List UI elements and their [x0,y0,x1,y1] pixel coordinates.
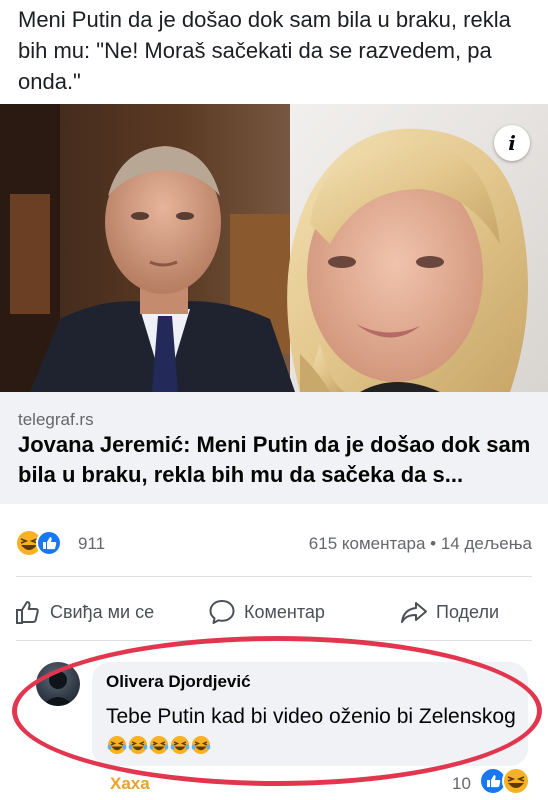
comment-author[interactable]: Olivera Djordjević [106,672,251,692]
haha-icon [502,767,530,795]
divider [16,640,532,641]
post-actions: Свиђа ми се Коментар Подели [0,590,548,634]
like-button[interactable]: Свиђа ми се [14,590,154,634]
comment-reaction-count[interactable]: 10 [452,774,471,794]
info-button[interactable]: i [494,125,530,161]
share-label: Подели [436,601,500,622]
comment-text: Tebe Putin kad bi video oženio bi Zelens… [106,705,516,728]
post-photo [0,104,548,392]
link-headline[interactable]: Jovana Jeremić: Meni Putin da je došao d… [18,430,538,490]
comment-text-block: Tebe Putin kad bi video oženio bi Zelens… [106,702,516,760]
like-icon [36,530,62,556]
laughing-tears-emoji-icon [191,736,211,754]
reaction-count[interactable]: 911 [78,534,105,554]
comment-icon [209,600,235,624]
link-preview[interactable]: telegraf.rs Jovana Jeremić: Meni Putin d… [0,392,548,504]
comment-button[interactable]: Коментар [208,590,325,634]
laughing-tears-emoji-icon [170,736,190,754]
avatar-image [42,671,74,706]
divider [16,576,532,577]
laughing-tears-emoji-icon [128,736,148,754]
laughing-tears-emoji-icon [107,736,127,754]
comment-bubble: Olivera Djordjević Tebe Putin kad bi vid… [92,662,528,766]
reaction-icons[interactable] [16,530,76,556]
haha-reaction-link[interactable]: Хаха [110,774,150,794]
thumbs-up-icon [16,601,39,624]
share-button[interactable]: Подели [400,590,499,634]
laughing-emoji-row [107,735,212,755]
comments-shares-count[interactable]: 615 коментара • 14 дељења [309,534,532,554]
post-image[interactable]: i [0,104,548,392]
comment: Olivera Djordjević Tebe Putin kad bi vid… [0,656,548,800]
share-icon [401,602,427,623]
post-text: Meni Putin da je došao dok sam bila u br… [18,7,511,94]
avatar[interactable] [36,662,80,706]
laughing-tears-emoji-icon [149,736,169,754]
like-label: Свиђа ми се [50,601,155,622]
link-domain: telegraf.rs [18,410,94,429]
post-stats: 911 615 коментара • 14 дељења [0,522,548,562]
comment-reaction-icons[interactable] [478,766,532,796]
comment-label: Коментар [244,601,325,622]
